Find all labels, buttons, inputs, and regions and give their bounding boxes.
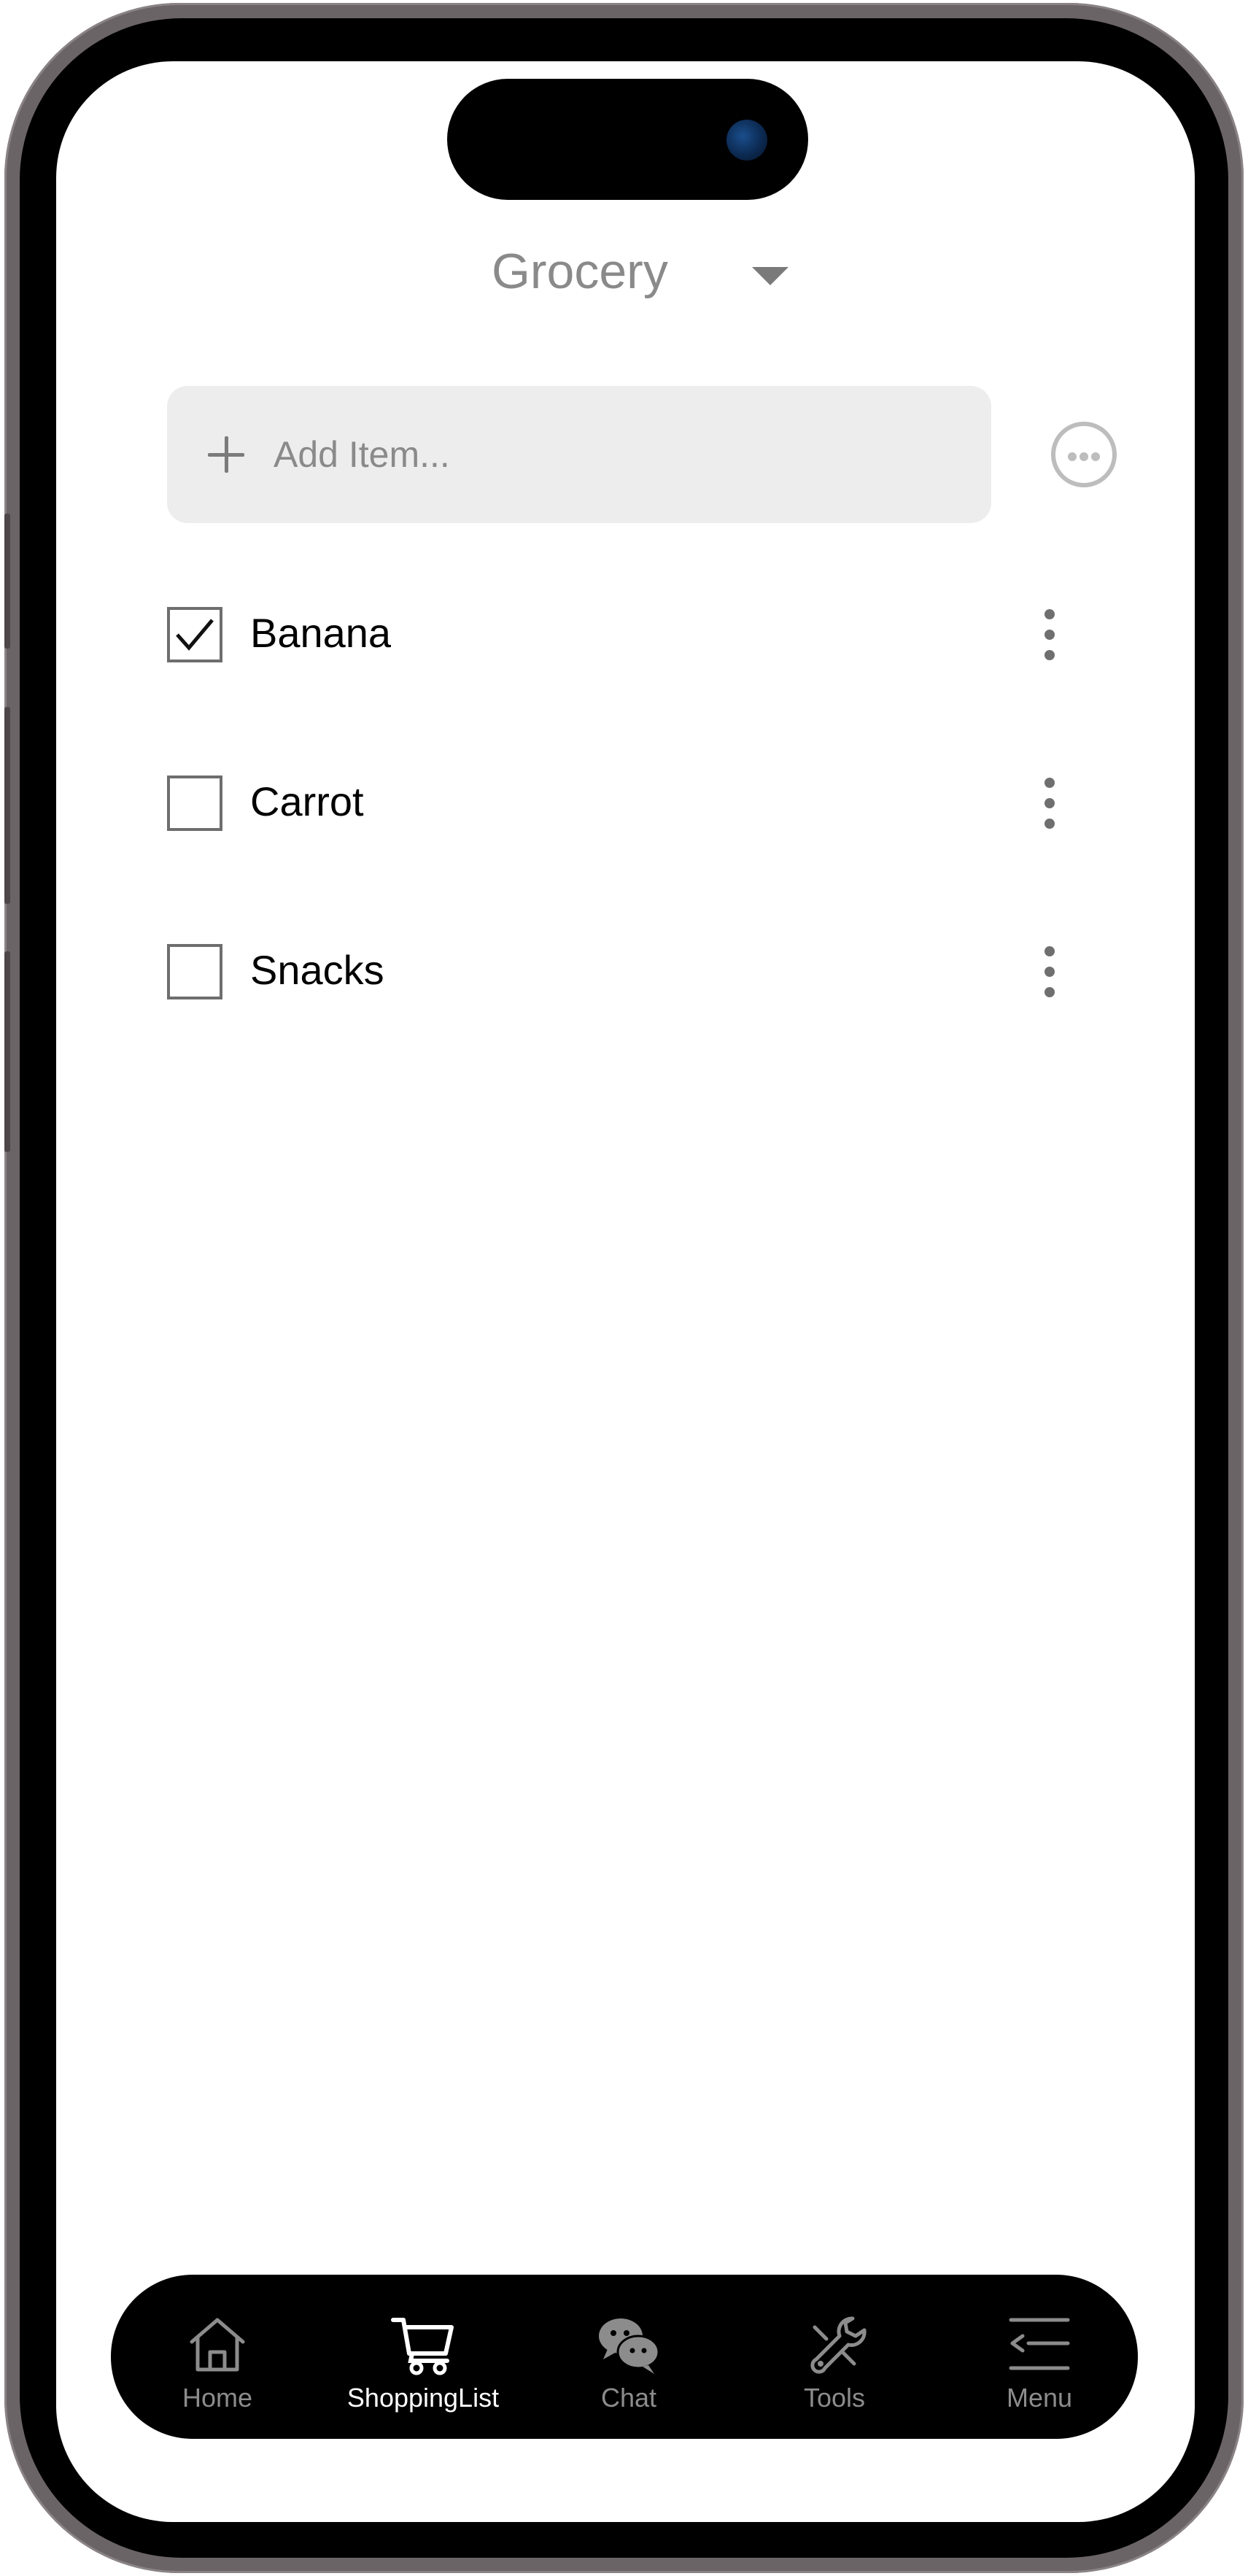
add-item-field[interactable] bbox=[167, 386, 991, 523]
add-item-input[interactable] bbox=[274, 386, 966, 523]
dot bbox=[1068, 452, 1077, 461]
nav-item-shoppinglist[interactable]: ShoppingList bbox=[328, 2275, 518, 2439]
more-options-icon[interactable] bbox=[1051, 422, 1117, 487]
nav-item-chat[interactable]: Chat bbox=[534, 2275, 724, 2439]
nav-item-home[interactable]: Home bbox=[123, 2275, 312, 2439]
wrench-icon bbox=[802, 2311, 867, 2377]
plus-icon[interactable] bbox=[206, 435, 246, 474]
nav-label-menu: Menu bbox=[1006, 2383, 1073, 2413]
volume-up-button bbox=[4, 707, 10, 904]
nav-label-tools: Tools bbox=[803, 2383, 866, 2413]
camera-icon bbox=[726, 120, 767, 160]
kebab-menu-icon[interactable] bbox=[1042, 946, 1058, 997]
dot bbox=[1091, 452, 1100, 461]
kebab-menu-icon[interactable] bbox=[1042, 609, 1058, 660]
nav-item-tools[interactable]: Tools bbox=[740, 2275, 929, 2439]
checkmark-icon bbox=[176, 619, 214, 651]
chat-icon bbox=[596, 2311, 662, 2377]
menu-icon bbox=[1007, 2311, 1072, 2377]
nav-label-home: Home bbox=[182, 2383, 253, 2413]
home-icon bbox=[185, 2311, 250, 2377]
cart-icon bbox=[390, 2311, 456, 2377]
caret-down-icon[interactable] bbox=[752, 267, 788, 285]
item-label: Banana bbox=[250, 610, 392, 656]
action-button bbox=[4, 514, 10, 649]
list-item[interactable]: Snacks bbox=[167, 943, 1093, 1001]
dynamic-island bbox=[447, 79, 808, 200]
item-checkbox[interactable] bbox=[167, 775, 222, 831]
dot bbox=[1080, 452, 1088, 461]
item-label: Snacks bbox=[250, 947, 384, 993]
item-checkbox[interactable] bbox=[167, 944, 222, 999]
item-label: Carrot bbox=[250, 778, 364, 824]
volume-down-button bbox=[4, 951, 10, 1152]
bottom-nav-bar: Home ShoppingList Chat Tools Menu bbox=[111, 2275, 1138, 2439]
list-item[interactable]: Carrot bbox=[167, 774, 1093, 832]
nav-label-chat: Chat bbox=[600, 2383, 657, 2413]
list-title[interactable]: Grocery bbox=[492, 247, 668, 296]
nav-item-menu[interactable]: Menu bbox=[945, 2275, 1134, 2439]
kebab-menu-icon[interactable] bbox=[1042, 778, 1058, 829]
list-selector[interactable]: Grocery bbox=[0, 241, 1248, 314]
list-item[interactable]: Banana bbox=[167, 606, 1093, 664]
item-checkbox[interactable] bbox=[167, 607, 222, 662]
nav-label-shoppinglist: ShoppingList bbox=[346, 2383, 500, 2413]
